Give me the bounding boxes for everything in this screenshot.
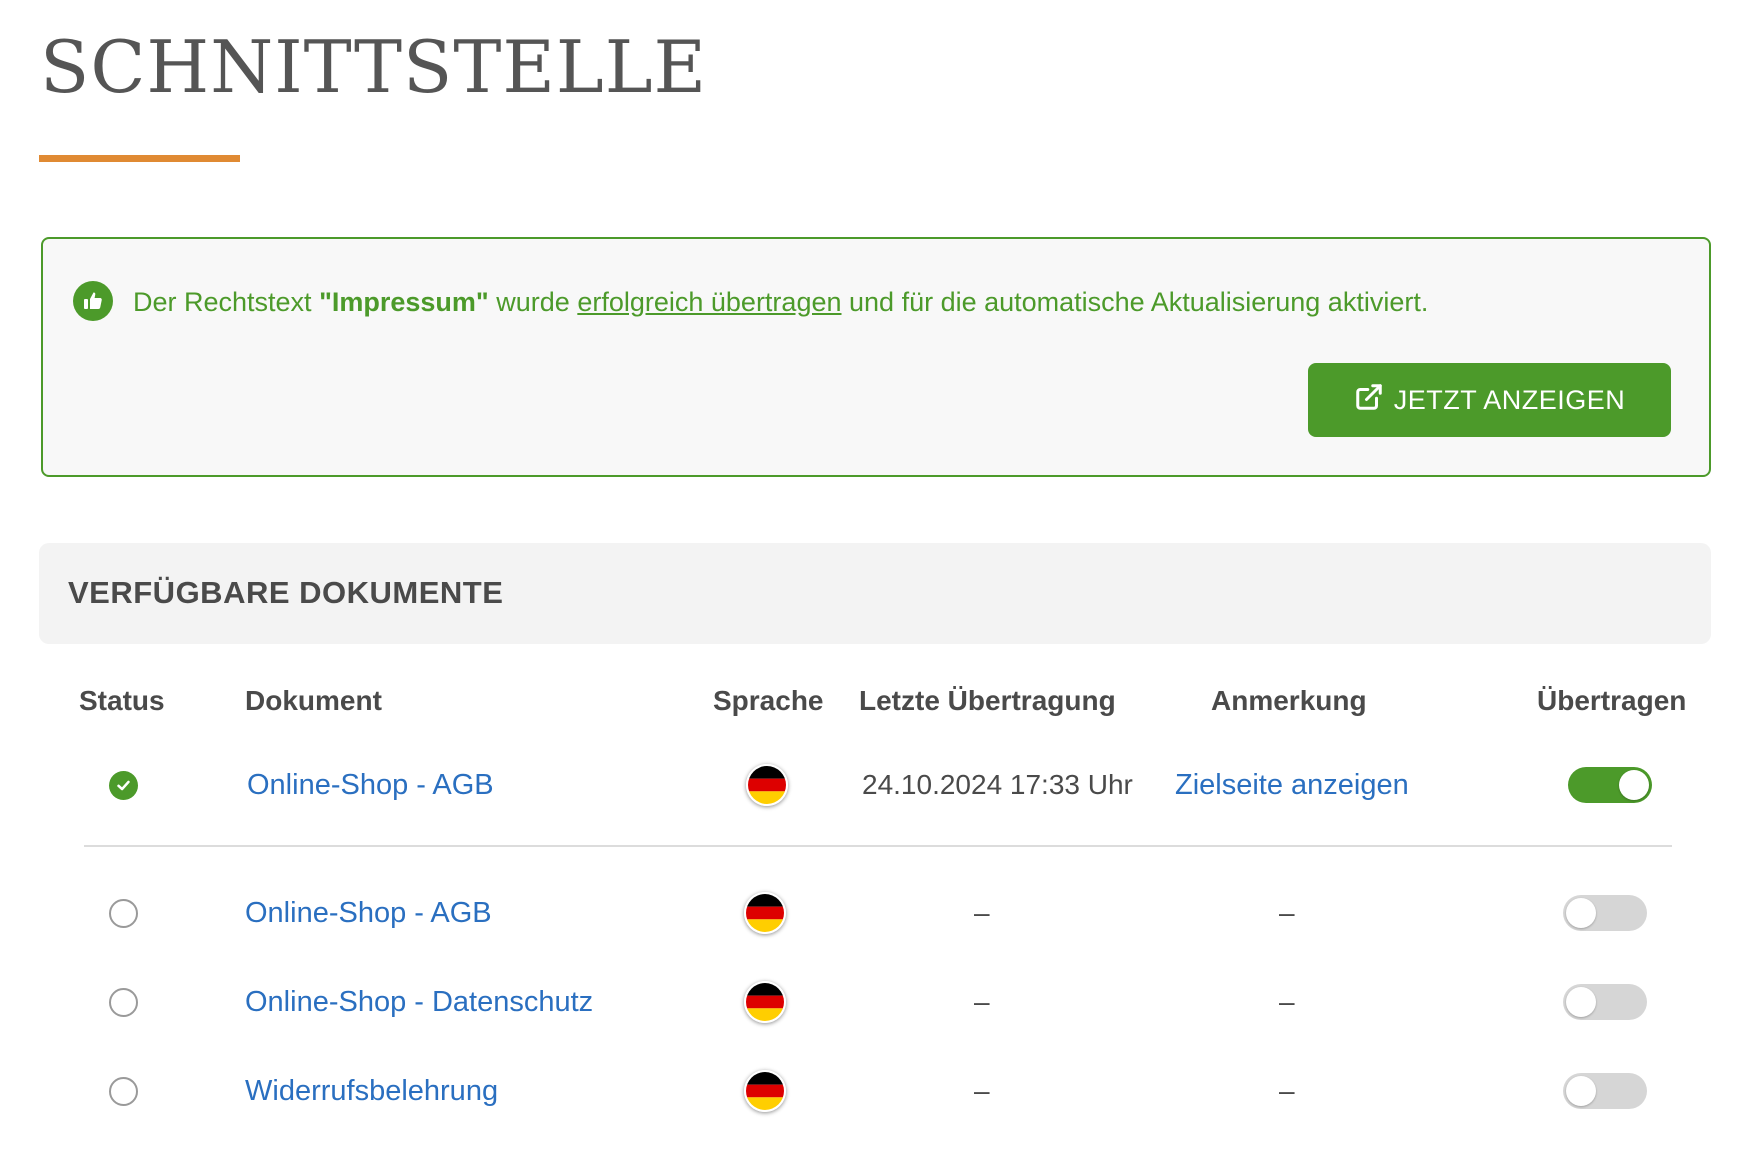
- german-flag-icon: [744, 981, 786, 1023]
- notice-message: Der Rechtstext "Impressum" wurde erfolgr…: [133, 285, 1428, 319]
- toggle-knob: [1619, 770, 1649, 800]
- documents-section-header: VERFÜGBARE DOKUMENTE: [39, 543, 1711, 644]
- document-link[interactable]: Online-Shop - AGB: [247, 769, 494, 802]
- column-header-status: Status: [79, 685, 165, 716]
- row-divider: [84, 845, 1672, 847]
- column-header-language: Sprache: [713, 685, 824, 716]
- documents-section-title: VERFÜGBARE DOKUMENTE: [68, 575, 504, 610]
- document-link[interactable]: Online-Shop - Datenschutz: [245, 986, 593, 1019]
- column-header-last-transfer: Letzte Übertragung: [859, 685, 1116, 716]
- notice-text-before: Der Rechtstext: [133, 287, 312, 317]
- title-underline: [39, 155, 240, 162]
- view-now-button[interactable]: JETZT ANZEIGEN: [1308, 363, 1671, 437]
- status-empty-icon: [109, 1076, 138, 1106]
- note-value: –: [1279, 986, 1295, 1017]
- table-row: Online-Shop - AGB 24.10.2024 17:33 Uhr Z…: [0, 745, 1748, 825]
- column-header-transfer: Übertragen: [1537, 685, 1687, 716]
- thumbs-up-icon: [73, 281, 113, 321]
- column-header-document: Dokument: [245, 685, 382, 716]
- german-flag-icon: [744, 1070, 786, 1112]
- notice-text-middle: wurde: [496, 287, 570, 317]
- transfer-toggle[interactable]: [1563, 984, 1647, 1020]
- status-check-icon: [109, 770, 138, 800]
- transfer-toggle[interactable]: [1568, 767, 1652, 803]
- status-empty-icon: [109, 987, 138, 1017]
- last-transfer-date: –: [974, 897, 990, 928]
- transfer-toggle[interactable]: [1563, 895, 1647, 931]
- notice-text-after: und für die automatische Aktualisierung …: [849, 287, 1429, 317]
- toggle-knob: [1566, 1076, 1596, 1106]
- note-value: –: [1279, 897, 1295, 928]
- transfer-toggle[interactable]: [1563, 1073, 1647, 1109]
- status-empty-icon: [109, 898, 138, 928]
- table-row: Widerrufsbelehrung – –: [0, 1051, 1748, 1131]
- external-link-icon: [1354, 382, 1384, 419]
- document-link[interactable]: Widerrufsbelehrung: [245, 1075, 498, 1108]
- notice-document-name: "Impressum": [319, 287, 489, 317]
- view-now-label: JETZT ANZEIGEN: [1393, 384, 1626, 415]
- toggle-knob: [1566, 898, 1596, 928]
- page-title: SCHNITTSTELLE: [40, 25, 708, 109]
- last-transfer-date: –: [974, 986, 990, 1017]
- target-page-link[interactable]: Zielseite anzeigen: [1175, 769, 1409, 802]
- column-header-note: Anmerkung: [1211, 685, 1367, 716]
- notice-link[interactable]: erfolgreich übertragen: [577, 287, 841, 317]
- german-flag-icon: [746, 764, 788, 806]
- last-transfer-date: –: [974, 1075, 990, 1106]
- table-row: Online-Shop - AGB – –: [0, 873, 1748, 953]
- success-notice: Der Rechtstext "Impressum" wurde erfolgr…: [41, 237, 1711, 477]
- note-value: –: [1279, 1075, 1295, 1106]
- toggle-knob: [1566, 987, 1596, 1017]
- table-row: Online-Shop - Datenschutz – –: [0, 962, 1748, 1042]
- last-transfer-date: 24.10.2024 17:33 Uhr: [862, 769, 1133, 800]
- document-link[interactable]: Online-Shop - AGB: [245, 897, 492, 930]
- german-flag-icon: [744, 892, 786, 934]
